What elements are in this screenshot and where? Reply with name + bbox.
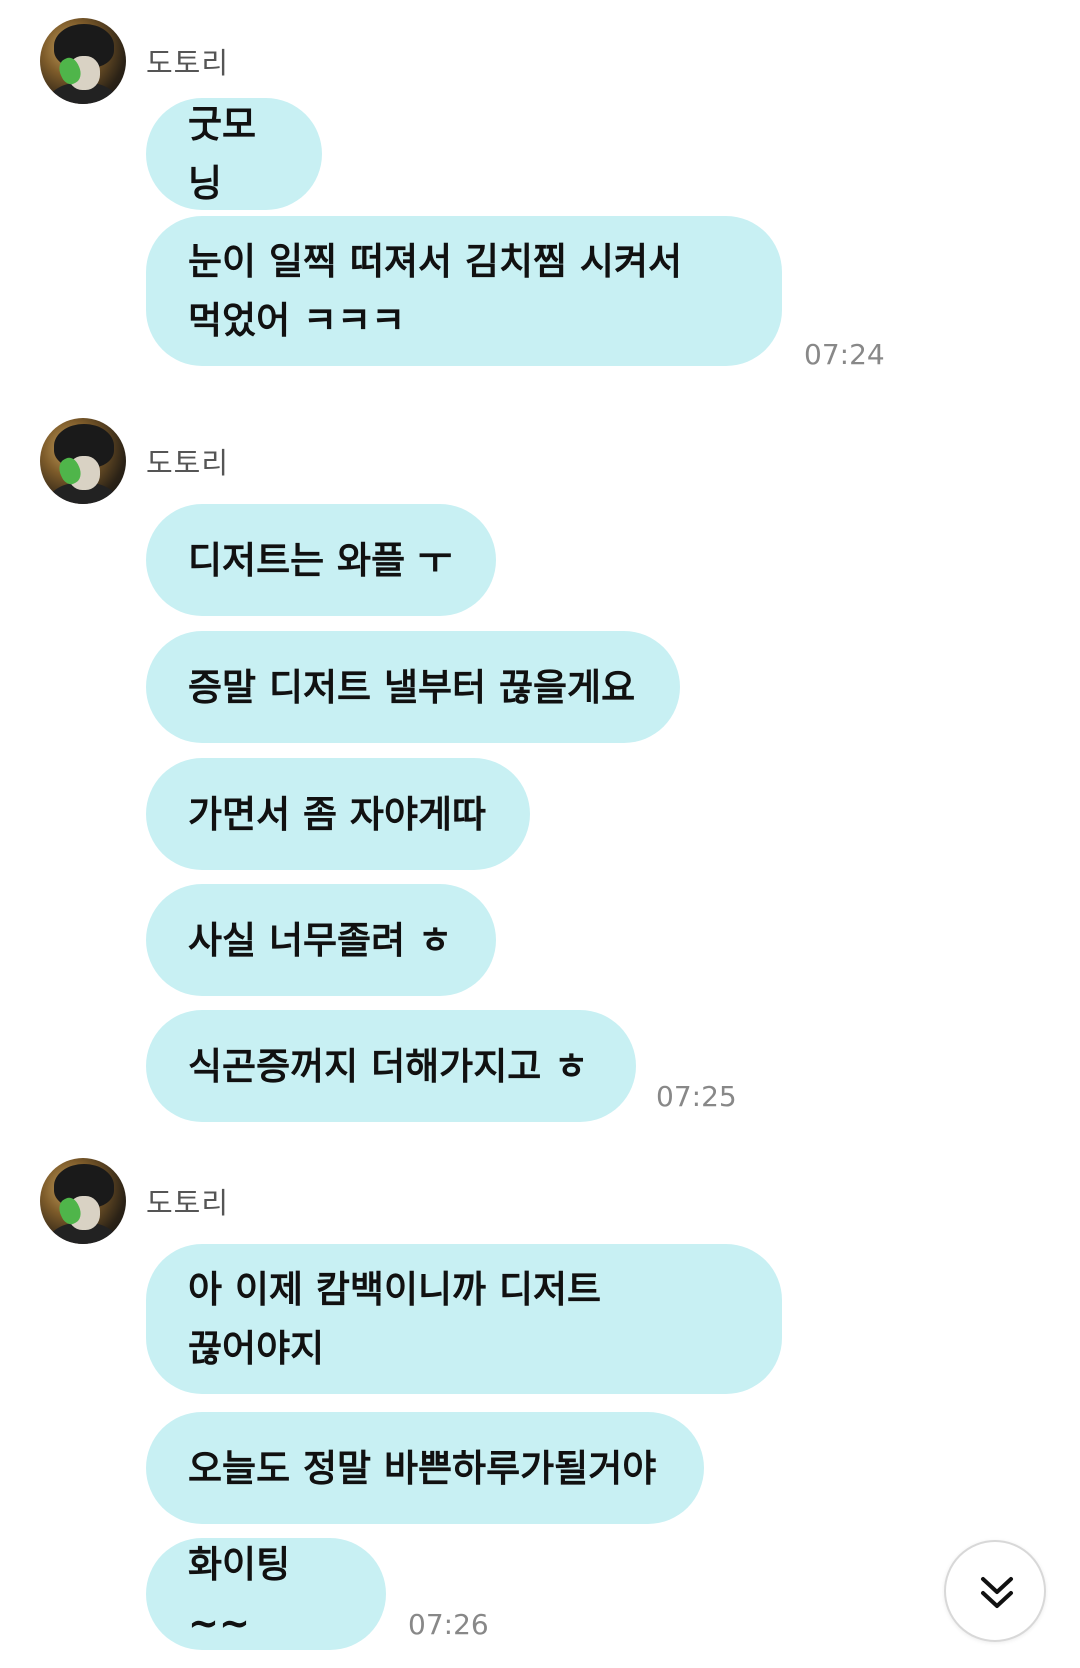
message-bubble[interactable]: 디저트는 와플 ㅜ (146, 504, 496, 616)
chat-view[interactable]: 도토리 굿모닝 눈이 일찍 떠져서 김치찜 시켜서 먹었어 ㅋㅋㅋ 07:24 … (0, 0, 1080, 1668)
sender-name: 도토리 (146, 446, 230, 480)
sender-name: 도토리 (146, 1186, 230, 1220)
message-bubble[interactable]: 사실 너무졸려 ㅎ (146, 884, 496, 996)
message-bubble[interactable]: 증말 디저트 낼부터 끊을게요 (146, 631, 680, 743)
sender-name: 도토리 (146, 46, 230, 80)
message-bubble[interactable]: 아 이제 캄백이니까 디저트 끊어야지 (146, 1244, 782, 1394)
message-time: 07:24 (804, 338, 885, 371)
message-time: 07:25 (656, 1080, 737, 1113)
message-bubble[interactable]: 식곤증꺼지 더해가지고 ㅎ (146, 1010, 636, 1122)
avatar[interactable] (40, 1158, 126, 1244)
message-time: 07:26 (408, 1608, 489, 1641)
message-bubble[interactable]: 가면서 좀 자야게따 (146, 758, 530, 870)
message-bubble[interactable]: 화이팅~~ (146, 1538, 386, 1650)
message-bubble[interactable]: 눈이 일찍 떠져서 김치찜 시켜서 먹었어 ㅋㅋㅋ (146, 216, 782, 366)
scroll-to-bottom-button[interactable] (944, 1540, 1046, 1642)
double-chevron-down-icon (981, 1577, 1013, 1608)
avatar[interactable] (40, 18, 126, 104)
message-bubble[interactable]: 오늘도 정말 바쁜하루가될거야 (146, 1412, 704, 1524)
message-bubble[interactable]: 굿모닝 (146, 98, 322, 210)
avatar[interactable] (40, 418, 126, 504)
